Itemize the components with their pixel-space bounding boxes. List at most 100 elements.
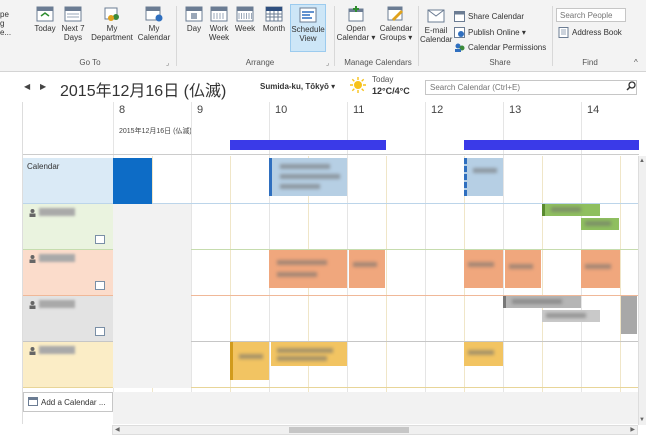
scroll-up-arrow-icon[interactable]: ▲ [639, 158, 645, 164]
add-calendar-button[interactable]: Add a Calendar ... [23, 392, 113, 412]
schedule-view-button[interactable]: Schedule View [290, 4, 326, 52]
person-row-label[interactable] [23, 296, 113, 341]
scroll-left-arrow-icon[interactable]: ◀ [115, 426, 120, 433]
month-view-button[interactable]: Month [260, 6, 288, 33]
cutoff-line-3: e... [0, 28, 12, 37]
publish-online-button[interactable]: Publish Online ▾ [454, 27, 526, 38]
calendar-search-input[interactable] [425, 80, 637, 95]
calendar-mini-icon[interactable] [95, 235, 105, 244]
person-event[interactable] [542, 204, 600, 216]
calendar-mini-icon[interactable] [95, 327, 105, 336]
work-week-button[interactable]: Work Week [207, 6, 231, 42]
non-working-hours [113, 296, 191, 342]
person-event[interactable] [581, 250, 620, 288]
vertical-scrollbar[interactable]: ▲ ▼ [638, 156, 646, 425]
person-event[interactable] [503, 296, 581, 308]
calendar-row-label[interactable]: Calendar [23, 158, 113, 203]
person-event[interactable] [542, 310, 600, 322]
person-name-redacted [39, 254, 75, 262]
selected-timeslot[interactable] [113, 158, 152, 204]
person-event[interactable] [464, 342, 503, 366]
today-icon [36, 6, 54, 22]
goto-launcher-icon[interactable]: ⌟ [166, 59, 169, 67]
person-icon [29, 301, 36, 309]
day-label: Day [186, 24, 202, 33]
person-event[interactable] [505, 250, 541, 288]
arrange-group-label: Arrange [245, 58, 275, 67]
cutoff-line-1: pe [0, 10, 9, 19]
week-view-button[interactable]: Week [233, 6, 257, 33]
open-calendar-label-text: Calendar [336, 33, 370, 42]
day-view-button[interactable]: Day [184, 6, 204, 33]
calendar-event[interactable] [464, 158, 503, 196]
schedule-view-icon [299, 7, 317, 23]
open-calendar-button[interactable]: Open Calendar ▾ [336, 6, 376, 42]
schedule-grid: 8 9 10 11 12 13 14 2015年12月16日 (仏滅) Cale… [22, 102, 639, 424]
add-calendar-icon [28, 396, 38, 408]
today-label: Today [34, 24, 56, 33]
person-row [23, 250, 639, 296]
arrange-launcher-icon[interactable]: ⌟ [326, 59, 329, 67]
hour-label: 14 [587, 104, 600, 116]
calendar-groups-button[interactable]: Calendar Groups ▾ [376, 6, 416, 42]
my-department-button[interactable]: My Department [88, 6, 136, 42]
hour-label: 12 [431, 104, 444, 116]
calendar-permissions-button[interactable]: Calendar Permissions [454, 42, 546, 53]
today-button[interactable]: Today [32, 6, 58, 33]
add-calendar-label: Add a Calendar ... [41, 397, 106, 407]
person-event[interactable] [621, 296, 637, 334]
groups-label: Calendar [379, 24, 413, 33]
person-event[interactable] [271, 342, 347, 366]
person-row [23, 296, 639, 342]
location-selector[interactable]: Sumida-ku, Tōkyō ▾ [260, 82, 335, 91]
weather-today-label: Today [372, 75, 394, 84]
work-week-icon [210, 6, 228, 22]
cutoff-line-2: g [0, 19, 5, 28]
date-sub-header: 2015年12月16日 (仏滅) [119, 128, 192, 135]
search-people-input[interactable] [556, 8, 626, 22]
scrollbar-thumb[interactable] [289, 427, 409, 433]
scroll-down-arrow-icon[interactable]: ▼ [639, 417, 645, 423]
empty-schedule-area [113, 392, 639, 424]
person-name-redacted [39, 346, 75, 354]
person-row-label[interactable] [23, 204, 113, 249]
busy-bar [230, 140, 386, 150]
busy-bar [464, 140, 639, 150]
my-calendar-button[interactable]: My Calendar [136, 6, 172, 42]
month-label: Month [262, 24, 286, 33]
address-book-button[interactable]: Address Book [558, 27, 622, 38]
add-calendar-row: Add a Calendar ... [23, 392, 639, 424]
person-icon [29, 347, 36, 355]
schedule-label: Schedule [291, 25, 325, 34]
person-event[interactable] [464, 250, 503, 288]
collapse-ribbon-icon[interactable]: ^ [634, 58, 638, 67]
hour-label: 13 [509, 104, 522, 116]
email-calendar-button[interactable]: E-mail Calendar [420, 8, 452, 44]
prev-day-button[interactable]: ◀ [24, 82, 30, 91]
scroll-right-arrow-icon[interactable]: ▶ [630, 426, 635, 433]
person-event[interactable] [581, 218, 619, 230]
next7-button[interactable]: Next 7 Days [60, 6, 86, 42]
sun-icon [350, 77, 366, 95]
person-row-label[interactable] [23, 342, 113, 387]
ribbon-separator [176, 6, 177, 66]
search-icon[interactable] [626, 81, 636, 93]
calendar-event[interactable] [269, 158, 347, 196]
goto-group-label: Go To [79, 58, 101, 67]
person-row [23, 204, 639, 250]
non-working-hours [113, 204, 191, 250]
person-event[interactable] [269, 250, 347, 288]
next-day-button[interactable]: ▶ [40, 82, 46, 91]
person-row-label[interactable] [23, 250, 113, 295]
calendar-mini-icon[interactable] [95, 281, 105, 290]
permissions-icon [454, 42, 465, 53]
share-calendar-button[interactable]: Share Calendar [454, 11, 524, 22]
horizontal-scrollbar[interactable]: ◀ ▶ [112, 425, 638, 435]
weather-temp: 12°C/4°C [372, 86, 410, 96]
person-event[interactable] [349, 250, 385, 288]
hour-label: 11 [353, 104, 365, 116]
person-event[interactable] [230, 342, 269, 380]
open-calendar-icon [347, 6, 365, 22]
person-row [23, 342, 639, 388]
date-title: 2015年12月16日 (仏滅) [60, 83, 227, 100]
